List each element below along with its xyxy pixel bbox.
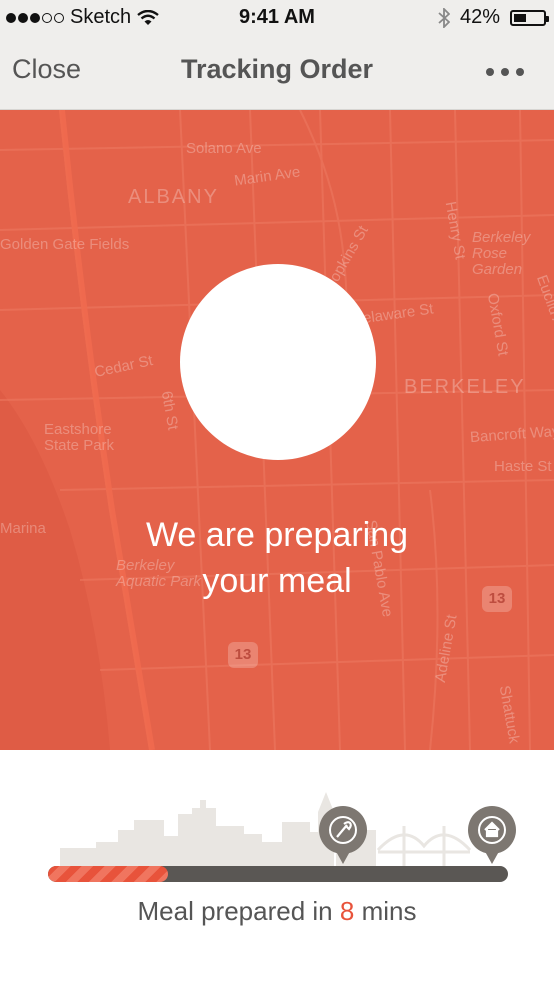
highway-shield: 13 [228, 642, 258, 668]
bluetooth-icon [438, 7, 450, 28]
map-label: BERKELEY [404, 376, 526, 398]
battery-icon [510, 9, 549, 26]
map-label: ALBANY [128, 186, 219, 208]
status-bar: Sketch 9:41 AM 42% [0, 0, 554, 34]
page-title: Tracking Order [180, 54, 374, 84]
headline-line: We are preparing [145, 516, 409, 554]
meal-eta-minutes: 8 [339, 896, 355, 926]
progress-fill [48, 866, 168, 882]
meal-eta: Meal prepared in 8 mins [0, 896, 554, 927]
tracking-map[interactable]: Solano Ave Marin Ave ALBANY Golden Gate … [0, 110, 554, 750]
progress-track [48, 866, 508, 882]
more-dots-icon[interactable] [486, 68, 524, 76]
map-label: Haste St [494, 458, 552, 475]
meal-eta-suffix: mins [361, 896, 417, 926]
headline-line: your meal [202, 562, 352, 600]
meal-eta-prefix: Meal prepared in [137, 896, 333, 926]
order-headline: We are preparing your meal [0, 512, 554, 604]
map-label: Berkeley Rose Garden [472, 229, 531, 278]
map-label: Golden Gate Fields [0, 236, 130, 253]
map-label: Eastshore State Park [44, 421, 115, 454]
map-label: Solano Ave [186, 140, 262, 157]
nav-bar: Close Tracking Order [0, 34, 554, 110]
restaurant-pin-icon[interactable] [319, 806, 367, 868]
battery-percent: 42% [459, 6, 500, 28]
progress-panel: Meal prepared in 8 mins [0, 750, 554, 988]
restaurant-avatar [180, 264, 376, 460]
home-pin-icon[interactable] [468, 806, 516, 868]
status-right: 42% [438, 6, 549, 29]
